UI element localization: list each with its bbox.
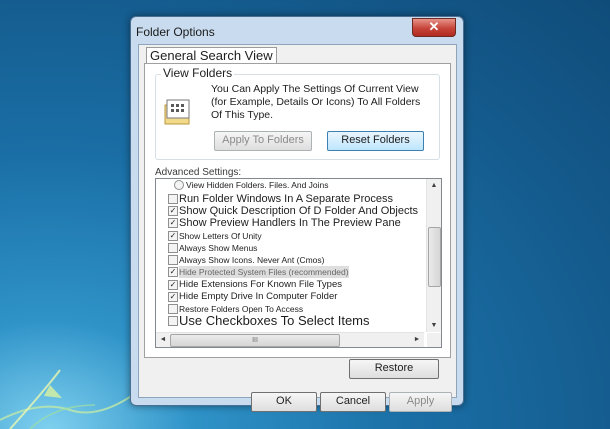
setting-label: Show Quick Description Of D Folder And O… <box>179 205 419 217</box>
vertical-scroll-thumb[interactable] <box>428 227 441 287</box>
apply-button[interactable]: Apply <box>389 392 452 412</box>
checkbox[interactable]: ✓ <box>168 218 178 228</box>
scroll-corner <box>427 333 441 347</box>
restore-defaults-button[interactable]: Restore <box>349 359 439 379</box>
checkbox[interactable] <box>168 243 178 253</box>
folder-options-dialog: Folder Options ✕ General Search View Vie… <box>130 16 464 412</box>
checkbox[interactable]: ✓ <box>168 292 178 302</box>
checkbox[interactable] <box>168 304 178 314</box>
horizontal-scrollbar[interactable]: ◄ III ► <box>156 332 424 347</box>
checkbox[interactable]: ✓ <box>168 280 178 290</box>
checkbox[interactable]: ✓ <box>168 231 178 241</box>
vertical-scrollbar[interactable]: ▲ ▼ <box>426 179 441 332</box>
close-icon: ✕ <box>428 19 440 34</box>
checkbox[interactable] <box>168 194 178 204</box>
view-folders-description: You Can Apply The Settings Of Current Vi… <box>211 83 421 121</box>
desktop-swirl <box>0 369 140 429</box>
scroll-left-icon[interactable]: ◄ <box>156 333 170 346</box>
radio-button[interactable] <box>174 180 184 190</box>
folder-view-icon <box>164 99 190 125</box>
title-bar[interactable]: Folder Options ✕ <box>131 17 463 43</box>
window-title: Folder Options <box>136 25 215 39</box>
setting-label: Hide Protected System Files (recommended… <box>179 266 349 278</box>
checkbox[interactable] <box>168 255 178 265</box>
setting-label: View Hidden Folders. Files. And Joins <box>186 180 329 190</box>
scroll-up-icon[interactable]: ▲ <box>427 179 441 192</box>
setting-label: Hide Empty Drive In Computer Folder <box>179 291 338 302</box>
advanced-settings-label: Advanced Settings: <box>155 167 242 178</box>
view-tab-panel: View Folders You Can Apply The Settings … <box>144 63 451 358</box>
checkbox[interactable]: ✓ <box>168 267 178 277</box>
advanced-settings-rows: View Hidden Folders. Files. And Joins Run… <box>156 179 424 332</box>
apply-to-folders-button[interactable]: Apply To Folders <box>214 131 312 151</box>
advanced-settings-list[interactable]: View Hidden Folders. Files. And Joins Run… <box>155 178 442 348</box>
setting-label: Hide Extensions For Known File Types <box>179 279 342 290</box>
cancel-button[interactable]: Cancel <box>320 392 386 412</box>
checkbox[interactable] <box>168 316 178 326</box>
setting-label: Always Show Menus <box>179 243 258 253</box>
dialog-client-area: General Search View View Folders You Can… <box>138 44 457 412</box>
view-folders-legend: View Folders <box>161 66 235 80</box>
setting-label: Use Checkboxes To Select Items <box>179 313 370 328</box>
horizontal-scroll-thumb[interactable]: III <box>170 334 340 347</box>
scroll-down-icon[interactable]: ▼ <box>427 319 441 332</box>
view-folders-group: View Folders You Can Apply The Settings … <box>155 66 440 160</box>
reset-folders-button[interactable]: Reset Folders <box>327 131 424 151</box>
scroll-right-icon[interactable]: ► <box>410 333 424 346</box>
checkbox[interactable]: ✓ <box>168 206 178 216</box>
tab-strip[interactable]: General Search View <box>146 47 277 64</box>
setting-label: Run Folder Windows In A Separate Process <box>179 193 393 205</box>
setting-label: Show Letters Of Unity <box>179 231 262 241</box>
ok-button[interactable]: OK <box>251 392 317 412</box>
close-button[interactable]: ✕ <box>412 18 456 37</box>
setting-label: Always Show Icons. Never Ant (Cmos) <box>179 255 325 265</box>
setting-label: Show Preview Handlers In The Preview Pan… <box>179 217 401 229</box>
